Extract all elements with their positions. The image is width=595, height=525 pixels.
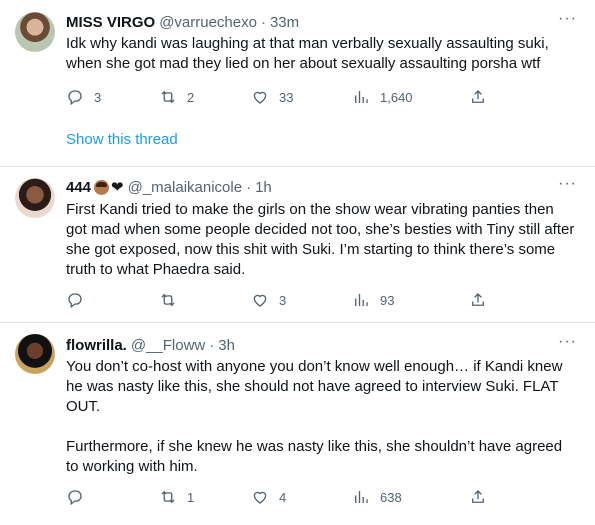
tweet-actions: 3 93 bbox=[66, 290, 496, 310]
like-count: 3 bbox=[279, 292, 287, 308]
views-icon bbox=[355, 294, 368, 306]
user-handle[interactable]: @_malaikanicole bbox=[128, 179, 242, 196]
like-button[interactable]: 33 bbox=[251, 87, 293, 107]
user-handle[interactable]: @__Floww bbox=[131, 337, 205, 354]
like-count: 4 bbox=[279, 489, 287, 505]
retweet-button[interactable]: 1 bbox=[159, 487, 194, 507]
tweet-3[interactable]: flowrilla. @__Floww · 3h ··· You don’t c… bbox=[0, 323, 595, 525]
more-options-icon[interactable]: ··· bbox=[558, 10, 577, 28]
show-thread-link[interactable]: Show this thread bbox=[66, 131, 178, 148]
share-button[interactable] bbox=[469, 87, 487, 107]
tweet-paragraph: You don’t co-host with anyone you don’t … bbox=[66, 358, 563, 415]
views-button[interactable]: 638 bbox=[352, 487, 402, 507]
reply-icon bbox=[68, 293, 82, 309]
separator-dot: · bbox=[246, 178, 252, 196]
like-icon bbox=[253, 294, 267, 307]
like-count: 33 bbox=[279, 89, 294, 105]
tweet-1[interactable]: MISS VIRGO @varruechexo · 33m ··· Idk wh… bbox=[0, 0, 595, 166]
more-options-icon[interactable]: ··· bbox=[558, 175, 577, 193]
avatar[interactable] bbox=[15, 12, 55, 52]
tweet-text: First Kandi tried to make the girls on t… bbox=[66, 201, 575, 278]
like-icon bbox=[253, 491, 267, 504]
retweet-icon bbox=[161, 90, 175, 104]
reply-count: 3 bbox=[94, 89, 102, 105]
timestamp[interactable]: 1h bbox=[255, 179, 272, 196]
tweet-text: You don’t co-host with anyone you don’t … bbox=[66, 357, 576, 477]
name-emojis: ❤ bbox=[94, 178, 124, 196]
views-button[interactable]: 1,640 bbox=[352, 87, 413, 107]
reply-button[interactable] bbox=[66, 487, 94, 507]
black-heart-emoji-icon: ❤ bbox=[111, 178, 124, 196]
tweet-header: flowrilla. @__Floww · 3h bbox=[66, 335, 235, 355]
retweet-button[interactable]: 2 bbox=[159, 87, 194, 107]
tweet-actions: 3 2 33 1,640 bbox=[66, 87, 496, 107]
share-icon bbox=[472, 90, 484, 103]
display-name[interactable]: MISS VIRGO bbox=[66, 14, 155, 31]
tweet-paragraph: Furthermore, if she knew he was nasty li… bbox=[66, 438, 563, 475]
retweet-count: 2 bbox=[187, 89, 195, 105]
separator-dot: · bbox=[209, 336, 215, 354]
views-count: 1,640 bbox=[380, 89, 413, 105]
timestamp[interactable]: 33m bbox=[270, 14, 299, 31]
share-icon bbox=[472, 490, 484, 503]
tweet-actions: 1 4 638 bbox=[66, 487, 496, 507]
views-icon bbox=[355, 91, 368, 103]
views-button[interactable]: 93 bbox=[352, 290, 394, 310]
share-icon bbox=[472, 293, 484, 306]
separator-dot: · bbox=[260, 13, 266, 31]
retweet-icon bbox=[161, 293, 175, 307]
like-button[interactable]: 4 bbox=[251, 487, 286, 507]
timestamp[interactable]: 3h bbox=[218, 337, 235, 354]
reply-icon bbox=[68, 490, 82, 506]
views-icon bbox=[355, 491, 368, 503]
share-button[interactable] bbox=[469, 290, 487, 310]
reply-button[interactable]: 3 bbox=[66, 87, 101, 107]
reply-button[interactable] bbox=[66, 290, 94, 310]
user-handle[interactable]: @varruechexo bbox=[159, 14, 257, 31]
display-name[interactable]: flowrilla. bbox=[66, 337, 127, 354]
reply-icon bbox=[68, 90, 82, 106]
person-emoji-icon bbox=[94, 179, 110, 195]
more-options-icon[interactable]: ··· bbox=[558, 333, 577, 351]
display-name[interactable]: 444 bbox=[66, 179, 91, 196]
tweet-header: MISS VIRGO @varruechexo · 33m bbox=[66, 12, 299, 32]
tweet-text: Idk why kandi was laughing at that man v… bbox=[66, 35, 549, 72]
tweet-header: 444 ❤ @_malaikanicole · 1h bbox=[66, 177, 272, 197]
like-icon bbox=[253, 91, 267, 104]
views-count: 638 bbox=[380, 489, 402, 505]
retweet-button[interactable] bbox=[159, 290, 187, 310]
retweet-icon bbox=[161, 490, 175, 504]
views-count: 93 bbox=[380, 292, 395, 308]
avatar[interactable] bbox=[15, 178, 55, 218]
share-button[interactable] bbox=[469, 487, 487, 507]
avatar[interactable] bbox=[15, 334, 55, 374]
like-button[interactable]: 3 bbox=[251, 290, 286, 310]
tweet-2[interactable]: 444 ❤ @_malaikanicole · 1h ··· First Kan… bbox=[0, 167, 595, 321]
retweet-count: 1 bbox=[187, 489, 195, 505]
